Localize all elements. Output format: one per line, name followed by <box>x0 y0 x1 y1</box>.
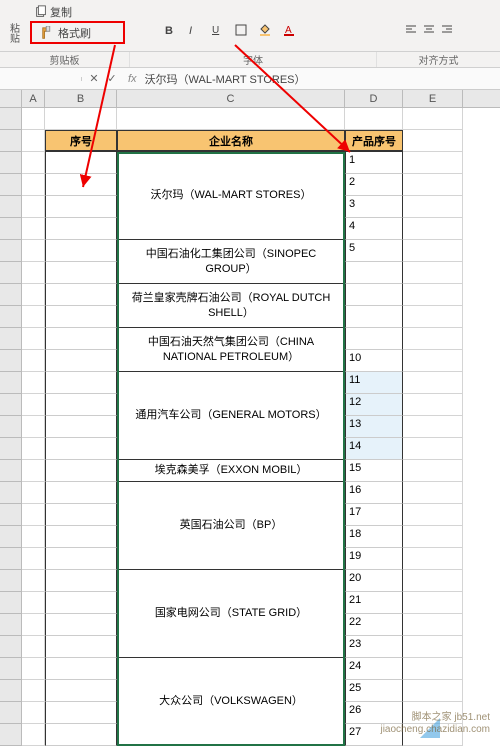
align-center-icon[interactable] <box>423 24 435 36</box>
group-align-label: 对齐方式 <box>377 52 500 67</box>
align-left-icon[interactable] <box>405 24 417 36</box>
cancel-icon[interactable]: ✕ <box>86 72 102 85</box>
underline-icon[interactable]: U <box>211 24 223 36</box>
format-painter-label: 格式刷 <box>58 25 91 41</box>
bold-icon[interactable]: B <box>163 24 175 36</box>
col-header-B[interactable]: B <box>45 90 117 107</box>
copy-label: 复制 <box>50 4 72 20</box>
company-cell[interactable]: 大众公司（VOLKSWAGEN） <box>117 658 345 746</box>
font-color-icon[interactable]: A <box>283 24 295 36</box>
brush-icon <box>41 26 55 40</box>
col-header-D[interactable]: D <box>345 90 403 107</box>
col-header-E[interactable]: E <box>403 90 463 107</box>
group-font-label: 字体 <box>130 52 377 67</box>
company-cell[interactable]: 通用汽车公司（GENERAL MOTORS） <box>117 372 345 460</box>
company-cell[interactable]: 荷兰皇家壳牌石油公司（ROYAL DUTCH SHELL） <box>117 284 345 328</box>
copy-button[interactable]: 复制 <box>30 3 76 21</box>
italic-icon[interactable]: I <box>187 24 199 36</box>
formula-input[interactable] <box>141 71 500 87</box>
name-box[interactable] <box>0 77 82 81</box>
watermark: 脚本之家 jb51.net jiaocheng.chazidian.com <box>380 712 490 736</box>
svg-text:B: B <box>165 25 173 36</box>
ribbon: 复制 粘贴 格式刷 B I U A <box>0 0 500 52</box>
formula-bar: ✕ ✓ fx <box>0 68 500 90</box>
copy-icon <box>34 5 48 19</box>
company-cell[interactable]: 沃尔玛（WAL-MART STORES） <box>117 152 345 240</box>
company-cell[interactable]: 中国石油化工集团公司（SINOPEC GROUP） <box>117 240 345 284</box>
col-header-C[interactable]: C <box>117 90 345 107</box>
fill-color-icon[interactable] <box>259 24 271 36</box>
col-header-A[interactable]: A <box>22 90 45 107</box>
company-cell[interactable]: 中国石油天然气集团公司（CHINA NATIONAL PETROLEUM） <box>117 328 345 372</box>
group-clipboard-label: 剪贴板 <box>0 52 130 67</box>
company-cell[interactable]: 英国石油公司（BP） <box>117 482 345 570</box>
svg-text:U: U <box>212 25 219 36</box>
column-headers: A B C D E <box>0 90 500 108</box>
spreadsheet-grid[interactable]: A B C D E 序号企业名称产品序号沃尔玛（WAL-MART STORES）… <box>0 90 500 746</box>
enter-icon[interactable]: ✓ <box>104 72 120 85</box>
align-right-icon[interactable] <box>441 24 453 36</box>
paste-button[interactable]: 粘贴 <box>4 22 22 43</box>
company-cell[interactable]: 埃克森美孚（EXXON MOBIL） <box>117 460 345 482</box>
svg-text:I: I <box>189 25 192 36</box>
fx-icon[interactable]: fx <box>124 73 141 85</box>
format-painter-button[interactable]: 格式刷 <box>37 23 95 43</box>
border-icon[interactable] <box>235 24 247 36</box>
company-cell[interactable]: 国家电网公司（STATE GRID） <box>117 570 345 658</box>
